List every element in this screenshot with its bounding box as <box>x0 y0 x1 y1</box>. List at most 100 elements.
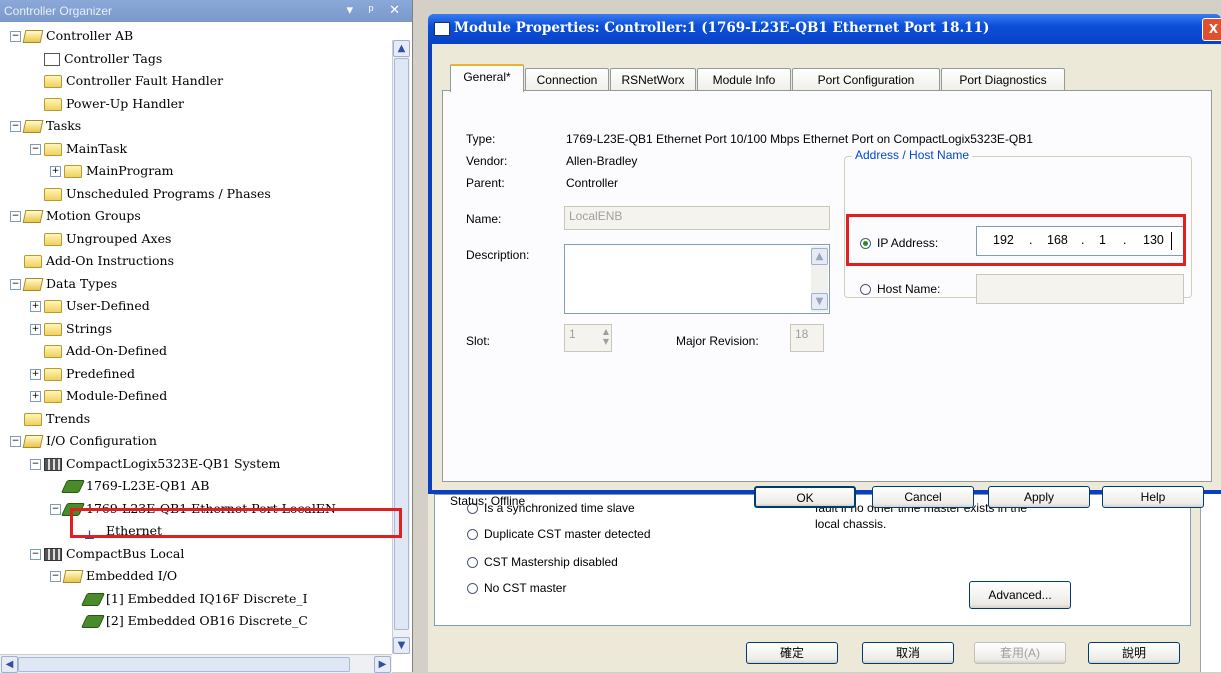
tree-node[interactable]: Add-On Instructions <box>10 251 174 271</box>
tree-node[interactable]: − Motion Groups <box>10 206 141 226</box>
tree-node[interactable]: − MainTask <box>30 139 127 159</box>
tree-node[interactable]: − CompactLogix5323E-QB1 System <box>30 454 280 474</box>
tree-node[interactable]: + User-Defined <box>30 296 150 316</box>
tab-module-info[interactable]: Module Info <box>697 68 791 90</box>
tree-node[interactable]: [2] Embedded OB16 Discrete_C <box>70 611 308 631</box>
cst-option-duplicate-master[interactable]: Duplicate CST master detected <box>467 527 651 541</box>
scroll-down-icon[interactable]: ▼ <box>393 637 410 654</box>
back-help-button[interactable]: 說明 <box>1088 642 1180 664</box>
chevron-up-icon[interactable]: ▲ <box>811 248 828 265</box>
datatype-folder-icon <box>44 345 62 358</box>
description-textarea[interactable]: ▲ ▼ <box>564 244 830 314</box>
collapse-icon[interactable]: − <box>30 458 41 470</box>
expand-icon[interactable]: + <box>30 323 41 335</box>
tree-node[interactable]: Ungrouped Axes <box>30 229 171 249</box>
tree-node-label: I/O Configuration <box>46 433 157 448</box>
tree-node[interactable]: 1769-L23E-QB1 AB <box>50 476 209 496</box>
chevron-down-icon[interactable]: ▼ <box>811 293 828 310</box>
organizer-window-buttons[interactable]: ▾ ᵖ ✕ <box>346 2 406 18</box>
tree-node[interactable]: + MainProgram <box>50 161 174 181</box>
tree-node[interactable]: Controller Fault Handler <box>30 71 223 91</box>
dialog-title: Module Properties: Controller:1 (1769-L2… <box>454 20 990 36</box>
expand-icon[interactable]: + <box>30 391 41 402</box>
tree-node-label: Predefined <box>66 365 135 381</box>
cst-option-mastership-disabled[interactable]: CST Mastership disabled <box>467 555 618 569</box>
organizer-vertical-scrollbar[interactable]: ▲ ▼ <box>392 40 410 654</box>
expand-icon[interactable]: + <box>30 301 41 312</box>
tab-port-diagnostics[interactable]: Port Diagnostics <box>941 68 1065 90</box>
tree-node[interactable]: − I/O Configuration <box>10 431 157 451</box>
folder-open-icon <box>22 435 44 448</box>
cst-options-panel: Is a synchronized time slave Duplicate C… <box>434 494 1191 626</box>
host-name-radio[interactable]: Host Name: <box>860 282 940 296</box>
advanced-button[interactable]: Advanced... <box>969 581 1071 609</box>
datatype-folder-icon <box>44 390 62 403</box>
tree-node[interactable]: + Module-Defined <box>30 386 167 406</box>
description-scrollbar[interactable]: ▲ ▼ <box>811 246 828 312</box>
tree-node[interactable]: − Embedded I/O <box>50 566 177 586</box>
name-field: LocalENB <box>564 206 830 230</box>
tree-node[interactable]: − CompactBus Local <box>30 544 184 564</box>
status-text: Status: Offline <box>450 494 526 508</box>
tree-node[interactable]: Power-Up Handler <box>30 94 184 114</box>
collapse-icon[interactable]: − <box>30 143 41 155</box>
apply-button[interactable]: Apply <box>988 486 1090 508</box>
host-name-field <box>976 274 1184 304</box>
dialog-body: General* Connection RSNetWorx Module Inf… <box>432 44 1221 508</box>
address-group-title: Address / Host Name <box>852 148 973 162</box>
collapse-icon[interactable]: − <box>50 503 61 515</box>
slot-value: 1 <box>569 327 576 341</box>
module-icon <box>80 615 106 628</box>
tree-node[interactable]: + Strings <box>30 319 112 339</box>
cst-option-no-master[interactable]: No CST master <box>467 581 566 595</box>
tree-node[interactable]: [1] Embedded IQ16F Discrete_I <box>70 589 308 609</box>
tree-node[interactable]: + Predefined <box>30 364 135 384</box>
tree-node[interactable]: Unscheduled Programs / Phases <box>30 184 271 204</box>
folder-icon <box>44 232 62 246</box>
collapse-icon[interactable]: − <box>10 121 21 132</box>
tree-node[interactable]: − Controller AB <box>10 26 133 46</box>
expand-icon[interactable]: + <box>50 166 61 177</box>
collapse-icon[interactable]: − <box>10 278 21 290</box>
radio-unselected-icon[interactable] <box>860 284 871 296</box>
tab-port-configuration[interactable]: Port Configuration <box>792 68 940 90</box>
h-scroll-thumb[interactable] <box>18 657 350 672</box>
cancel-button[interactable]: Cancel <box>872 486 974 508</box>
scroll-thumb[interactable] <box>394 58 409 630</box>
major-revision-label: Major Revision: <box>676 334 759 348</box>
folder-open-icon <box>22 277 44 291</box>
collapse-icon[interactable]: − <box>10 211 21 222</box>
tree-node-label: [1] Embedded IQ16F Discrete_I <box>106 590 308 606</box>
type-label: Type: <box>466 132 496 146</box>
tree-node[interactable]: Controller Tags <box>30 49 162 69</box>
help-button[interactable]: Help <box>1102 486 1204 508</box>
back-cancel-button[interactable]: 取消 <box>862 642 954 664</box>
scroll-right-icon[interactable]: ▶ <box>374 656 391 673</box>
tree-node-label: User-Defined <box>66 298 150 313</box>
tab-connection[interactable]: Connection <box>525 68 609 90</box>
parent-value: Controller <box>566 176 619 190</box>
collapse-icon[interactable]: − <box>30 548 41 560</box>
back-ok-button[interactable]: 確定 <box>746 642 838 664</box>
collapse-icon[interactable]: − <box>10 436 21 447</box>
tree-node[interactable]: Trends <box>10 409 90 429</box>
organizer-horizontal-scrollbar[interactable]: ◀ ▶ <box>0 654 392 673</box>
expand-icon[interactable]: + <box>30 368 41 380</box>
tree-node[interactable]: Add-On-Defined <box>30 341 167 361</box>
tree-node[interactable]: − Tasks <box>10 116 81 136</box>
tree-node-label: 1769-L23E-QB1 AB <box>86 478 210 493</box>
dialog-titlebar: Module Properties: Controller:1 (1769-L2… <box>428 14 1221 44</box>
collapse-icon[interactable]: − <box>50 571 61 582</box>
scroll-up-icon[interactable]: ▲ <box>393 40 410 57</box>
scroll-left-icon[interactable]: ◀ <box>1 656 18 673</box>
collapse-icon[interactable]: − <box>10 31 21 42</box>
folder-open-icon <box>62 570 84 583</box>
tab-general[interactable]: General* <box>450 64 524 92</box>
tab-rsnetworx[interactable]: RSNetWorx <box>610 68 696 90</box>
tree-node[interactable]: − Data Types <box>10 274 117 294</box>
organizer-title: Controller Organizer <box>4 4 113 18</box>
close-icon[interactable]: X <box>1202 18 1221 41</box>
folder-open-icon <box>22 30 44 43</box>
ok-button[interactable]: OK <box>754 486 856 508</box>
module-properties-dialog: Module Properties: Controller:1 (1769-L2… <box>428 14 1221 508</box>
